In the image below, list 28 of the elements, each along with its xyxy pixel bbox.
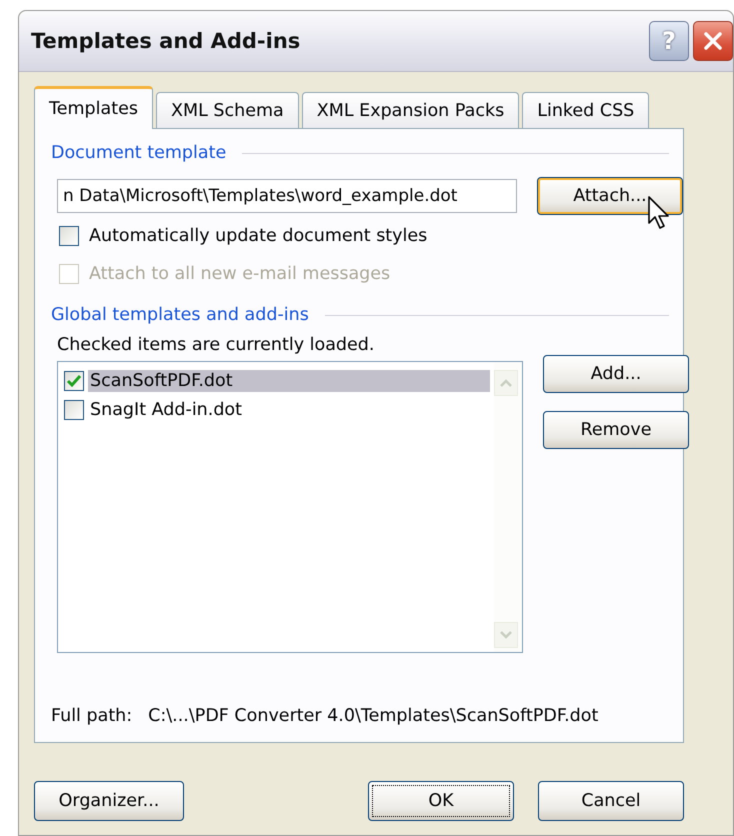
checkbox-label: Attach to all new e-mail messages [89,264,390,284]
checkbox-label: Automatically update document styles [89,226,428,246]
checkbox[interactable] [59,226,79,246]
caret-up-icon [499,378,513,388]
checkbox[interactable] [64,400,84,420]
checkbox[interactable] [64,370,84,390]
dialog-button[interactable]: Cancel [538,781,684,821]
full-path-value: C:\...\PDF Converter 4.0\Templates\ScanSoftPDF.dot [148,706,598,726]
close-icon [702,30,724,52]
list-item[interactable]: ScanSoftPDF.dot [88,370,490,392]
caret-down-icon [499,630,513,640]
dialog-button[interactable]: OK [368,781,514,821]
list-action-button[interactable]: Add... [543,355,689,393]
template-path-field[interactable]: n Data\Microsoft\Templates\word_example.dot [57,179,517,213]
list-action-button[interactable]: Remove [543,411,689,449]
tab[interactable]: Templates [34,86,153,129]
full-path-label: Full path: [51,706,132,726]
attach-button[interactable]: Attach... [537,177,683,215]
tab[interactable]: XML Schema [156,92,299,128]
section-heading: Document template [51,143,226,163]
tab[interactable]: XML Expansion Packs [302,92,520,128]
tab[interactable]: Linked CSS [522,92,650,128]
caption-text: Checked items are currently loaded. [57,335,376,355]
list-item[interactable]: SnagIt Add-in.dot [88,398,490,420]
dialog-button[interactable]: Organizer... [34,781,184,821]
window-title: Templates and Add-ins [31,29,300,53]
close-button[interactable] [693,21,733,61]
section-heading: Global templates and add-ins [51,305,309,325]
